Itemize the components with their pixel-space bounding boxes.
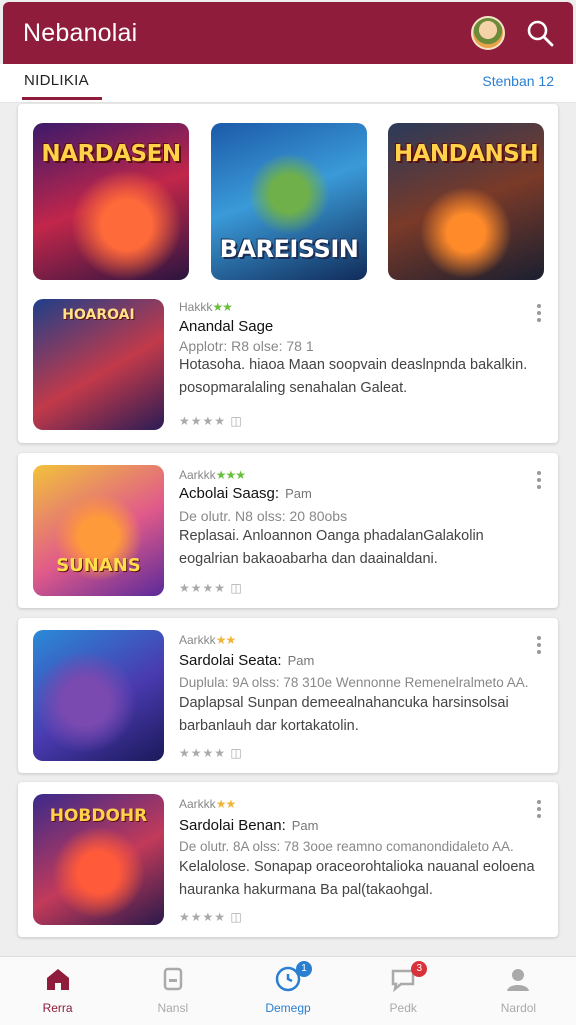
tab-underline: [22, 97, 102, 100]
home-icon: [46, 969, 69, 990]
item-title[interactable]: Anandal Sage: [179, 318, 273, 335]
app-title: Nebanolai: [23, 18, 138, 47]
nav-item-chat[interactable]: 3 Pedk: [346, 957, 461, 1025]
item-title[interactable]: Sardolai Benan: Pam: [179, 817, 318, 834]
item-meta: De olutr. 8A olss: 78 3ooe reamno comano…: [179, 839, 514, 854]
item-meta: Applotr: R8 olse: 78 1: [179, 338, 314, 354]
more-options-icon[interactable]: [536, 636, 542, 654]
item-thumbnail[interactable]: HOBDOHR: [33, 794, 164, 925]
featured-game-3[interactable]: HANDANSH: [388, 123, 544, 280]
item-footer: ★★★★ ◫: [179, 910, 243, 924]
nav-item-profile[interactable]: Nardol: [461, 957, 576, 1025]
tab-right-link[interactable]: Stenban 12: [482, 73, 554, 89]
item-rating: Hakkk★★: [179, 300, 233, 314]
item-rating: Aarkkk★★: [179, 633, 236, 647]
item-description: Replasai. Anloannon Oanga phadalanGalako…: [179, 528, 484, 567]
item-meta: De olutr. N8 olss: 20 80obs: [179, 508, 348, 524]
profile-icon: [507, 969, 530, 991]
item-description: Hotasoha. hiaoa Maan soopvain deaslnpnda…: [179, 357, 528, 396]
nav-item-library[interactable]: Nansl: [115, 957, 230, 1025]
avatar-icon[interactable]: [471, 16, 505, 50]
library-icon: [163, 967, 183, 991]
item-footer: ★★★★ ◫: [179, 414, 243, 428]
notification-badge: 1: [296, 961, 313, 977]
featured-game-1[interactable]: NARDASEN: [33, 123, 189, 280]
search-icon[interactable]: [525, 18, 555, 48]
item-meta: Duplula: 9A olss: 78 310e Wennonne Remen…: [179, 675, 529, 690]
item-footer: ★★★★ ◫: [179, 746, 243, 760]
nav-item-games[interactable]: 1 Demegp: [230, 957, 345, 1025]
item-description: Kelalolose. Sonapap oraceorohtalioka nau…: [179, 859, 535, 898]
list-item[interactable]: Aarkkk★★ Sardolai Seata: Pam Duplula: 9A …: [18, 618, 558, 773]
item-rating: Aarkkk★★: [179, 797, 236, 811]
item-description: Daplapsal Sunpan demeealnahancuka harsin…: [179, 695, 509, 734]
list-item[interactable]: HOBDOHR Aarkkk★★ Sardolai Benan: Pam De o…: [18, 782, 558, 937]
nav-item-home[interactable]: Rerra: [0, 957, 115, 1025]
item-rating: Aarkkk★★★: [179, 468, 246, 482]
item-thumbnail[interactable]: HOAROAI: [33, 299, 164, 430]
app-header: Nebanolai: [3, 2, 573, 64]
notification-badge: 3: [411, 961, 428, 977]
item-title[interactable]: Acbolai Saasg: Pam: [179, 485, 312, 502]
featured-game-2[interactable]: BAREISSIN: [211, 123, 367, 280]
more-options-icon[interactable]: [536, 800, 542, 818]
list-item[interactable]: SUNANS Aarkkk★★★ Acbolai Saasg: Pam De ol…: [18, 453, 558, 608]
item-thumbnail[interactable]: [33, 630, 164, 761]
tab-active[interactable]: NIDLIKIA: [24, 72, 89, 89]
more-options-icon[interactable]: [536, 471, 542, 489]
item-footer: ★★★★ ◫: [179, 581, 243, 595]
more-options-icon[interactable]: [536, 304, 542, 322]
bottom-navigation: Rerra Nansl 1 Demegp 3 Pedk Nardol: [0, 956, 576, 1025]
item-thumbnail[interactable]: SUNANS: [33, 465, 164, 596]
tab-bar: NIDLIKIA Stenban 12: [0, 64, 576, 103]
item-title[interactable]: Sardolai Seata: Pam: [179, 652, 314, 669]
